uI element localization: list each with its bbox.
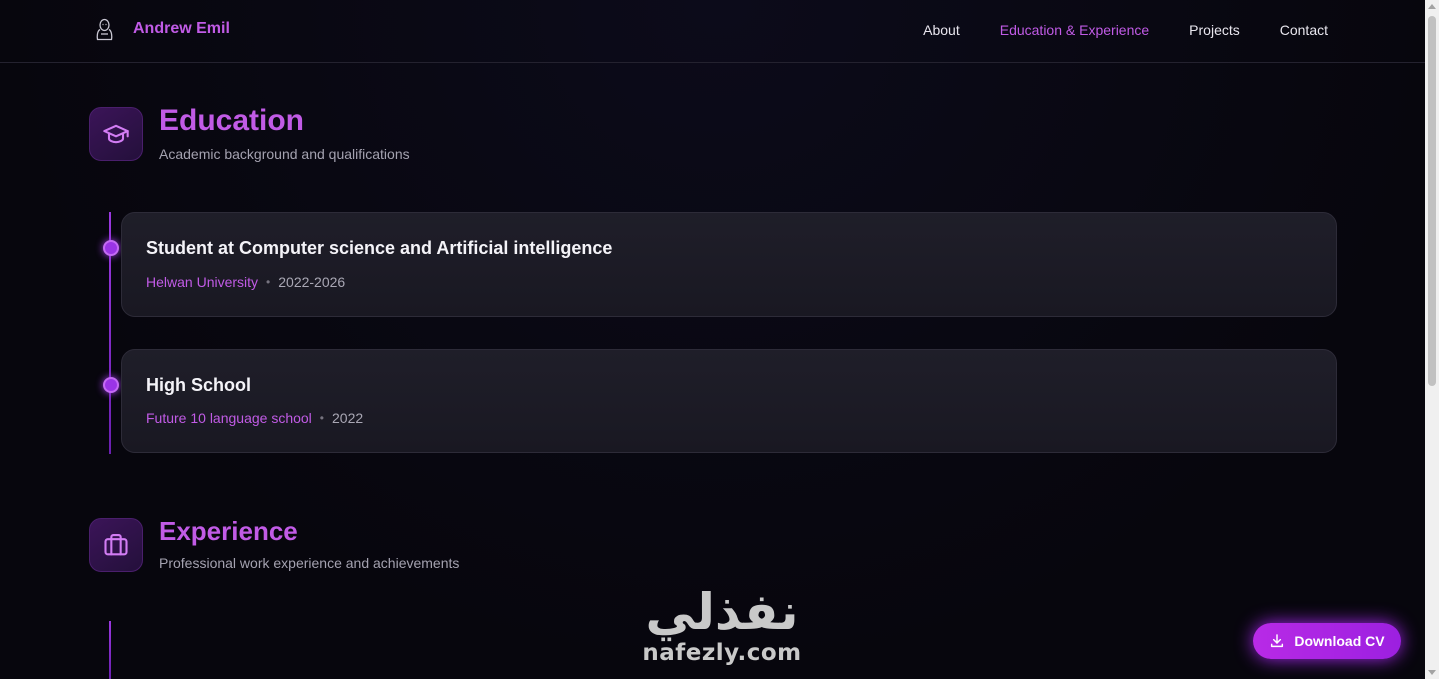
graduation-cap-icon bbox=[103, 124, 129, 144]
experience-timeline-line bbox=[109, 621, 111, 679]
nav-contact[interactable]: Contact bbox=[1280, 22, 1328, 38]
education-title: Education bbox=[159, 104, 305, 137]
download-icon bbox=[1271, 634, 1284, 648]
watermark-url: nafezly.com bbox=[642, 640, 802, 666]
timeline-dot bbox=[103, 240, 119, 256]
experience-subtitle: Professional work experience and achieve… bbox=[159, 555, 460, 571]
page: Andrew Emil About Education & Experience… bbox=[0, 0, 1439, 679]
card-meta: Future 10 language school • 2022 bbox=[146, 410, 363, 426]
education-card: Student at Computer science and Artifici… bbox=[121, 212, 1337, 317]
education-subtitle: Academic background and qualifications bbox=[159, 146, 410, 162]
scroll-up-arrow-icon[interactable] bbox=[1428, 4, 1436, 9]
card-date: 2022 bbox=[332, 410, 364, 426]
nav-projects[interactable]: Projects bbox=[1189, 22, 1240, 38]
brand-name: Andrew Emil bbox=[133, 20, 230, 37]
card-org: Future 10 language school bbox=[146, 410, 312, 426]
avatar-icon bbox=[96, 18, 113, 41]
education-icon-tile bbox=[89, 107, 143, 161]
download-cv-button[interactable]: Download CV bbox=[1253, 623, 1401, 659]
main-nav: About Education & Experience Projects Co… bbox=[923, 22, 1328, 38]
timeline-dot bbox=[103, 377, 119, 393]
page-scrollbar[interactable] bbox=[1425, 0, 1439, 679]
watermark: نفذلي nafezly.com bbox=[632, 584, 812, 666]
watermark-arabic: نفذلي bbox=[645, 583, 799, 641]
education-card: High School Future 10 language school • … bbox=[121, 349, 1337, 453]
card-org: Helwan University bbox=[146, 274, 259, 290]
briefcase-icon bbox=[104, 534, 128, 556]
site-header: Andrew Emil About Education & Experience… bbox=[0, 0, 1425, 63]
meta-separator: • bbox=[319, 411, 324, 425]
card-title: Student at Computer science and Artifici… bbox=[146, 238, 613, 258]
card-meta: Helwan University • 2022-2026 bbox=[146, 274, 345, 290]
nav-education-experience[interactable]: Education & Experience bbox=[1000, 22, 1149, 38]
card-title: High School bbox=[146, 375, 251, 395]
nav-about[interactable]: About bbox=[923, 22, 960, 38]
meta-separator: • bbox=[266, 275, 271, 289]
experience-icon-tile bbox=[89, 518, 143, 572]
download-cv-label: Download CV bbox=[1294, 633, 1385, 649]
brand[interactable]: Andrew Emil bbox=[94, 17, 230, 41]
card-date: 2022-2026 bbox=[278, 274, 346, 290]
scroll-down-arrow-icon[interactable] bbox=[1428, 670, 1436, 675]
scrollbar-thumb[interactable] bbox=[1428, 16, 1436, 386]
experience-title: Experience bbox=[159, 516, 298, 546]
